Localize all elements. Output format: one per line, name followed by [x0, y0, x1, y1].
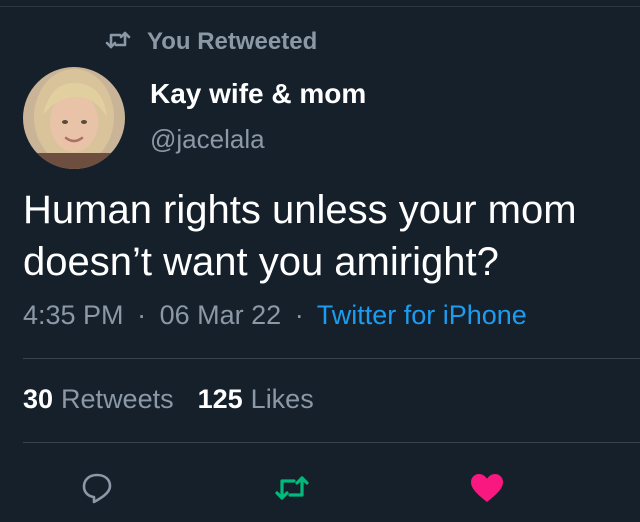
- reply-icon: [80, 471, 114, 510]
- retweet-context: You Retweeted: [105, 28, 317, 56]
- meta-separator: ·: [294, 300, 304, 330]
- like-button[interactable]: [467, 470, 507, 510]
- retweets-label: Retweets: [61, 384, 174, 414]
- likes-count: 125: [197, 384, 243, 414]
- stats-bottom-divider: [23, 442, 640, 443]
- top-divider: [0, 6, 640, 7]
- retweets-count: 30: [23, 384, 54, 414]
- likes-stat[interactable]: 125 Likes: [198, 384, 314, 415]
- tweet-time[interactable]: 4:35 PM: [23, 300, 124, 330]
- avatar[interactable]: [23, 67, 125, 169]
- author-handle[interactable]: @jacelala: [150, 124, 265, 155]
- likes-label: Likes: [250, 384, 314, 414]
- heart-icon: [469, 472, 505, 509]
- retweets-stat[interactable]: 30 Retweets: [23, 384, 174, 415]
- retweet-context-label: You Retweeted: [147, 28, 318, 55]
- tweet-source-link[interactable]: Twitter for iPhone: [317, 300, 527, 330]
- retweet-icon: [105, 29, 131, 56]
- author-display-name[interactable]: Kay wife & mom: [150, 78, 366, 110]
- reply-button[interactable]: [77, 470, 117, 510]
- tweet-text: Human rights unless your mom doesn’t wan…: [23, 188, 577, 284]
- tweet-meta: 4:35 PM · 06 Mar 22 · Twitter for iPhone: [23, 300, 527, 331]
- retweet-button[interactable]: [272, 470, 312, 510]
- tweet-stats: 30 Retweets 125 Likes: [23, 384, 314, 415]
- stats-top-divider: [23, 358, 640, 359]
- retweet-icon: [274, 473, 310, 508]
- tweet-date[interactable]: 06 Mar 22: [160, 300, 282, 330]
- meta-separator: ·: [137, 300, 147, 330]
